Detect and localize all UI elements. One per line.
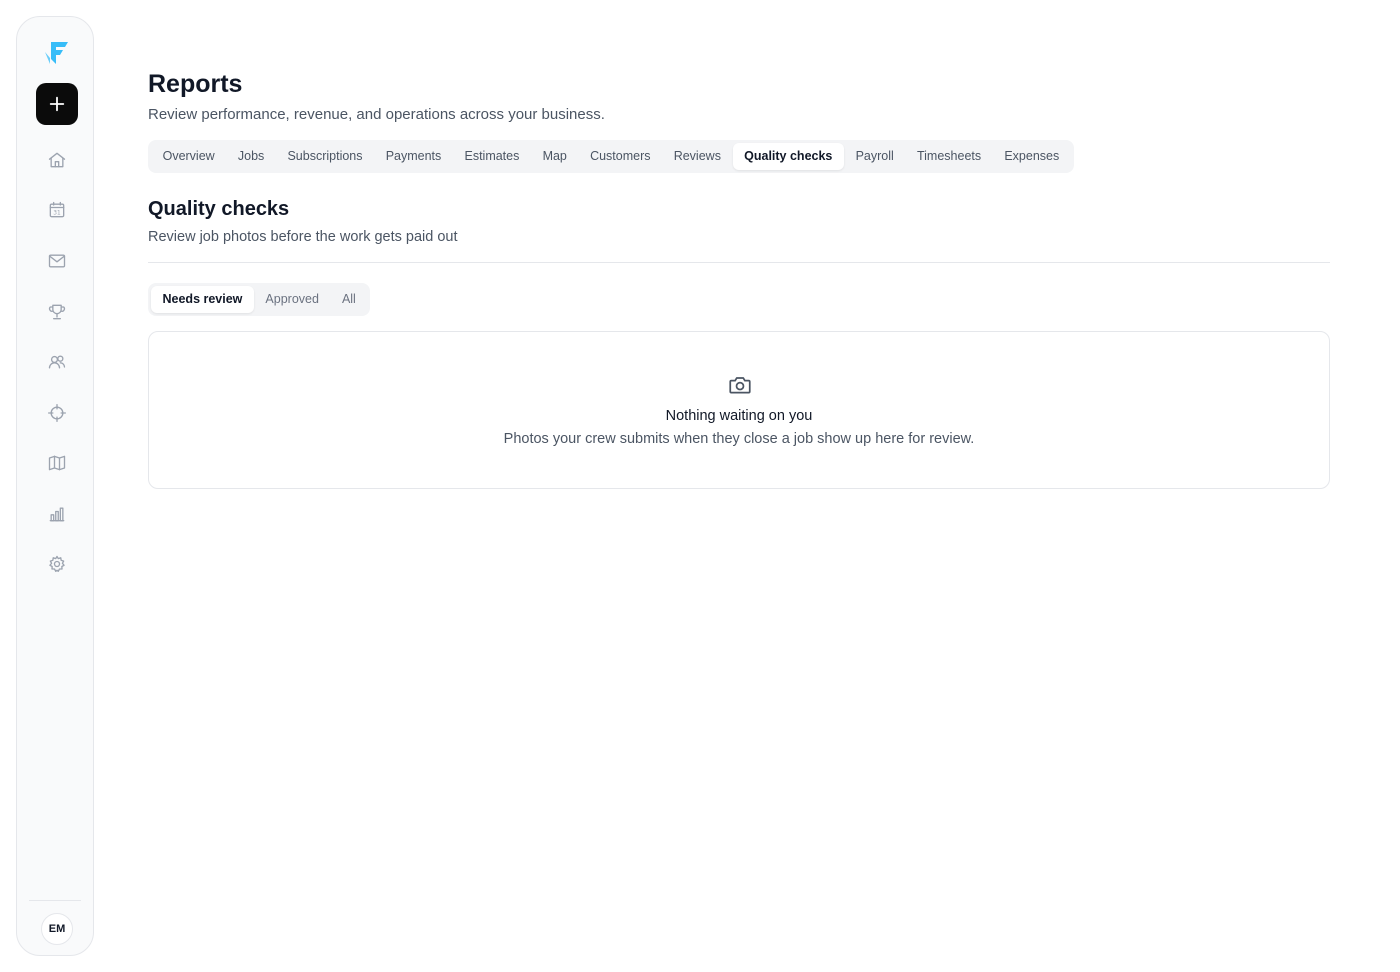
tab-quality-checks[interactable]: Quality checks xyxy=(732,143,844,170)
tab-estimates[interactable]: Estimates xyxy=(453,143,531,170)
tab-jobs[interactable]: Jobs xyxy=(226,143,276,170)
empty-state-card: Nothing waiting on you Photos your crew … xyxy=(148,331,1330,489)
trophy-icon[interactable] xyxy=(46,301,68,323)
map-icon[interactable] xyxy=(46,452,68,474)
home-icon[interactable] xyxy=(46,149,68,171)
bar-chart-icon[interactable] xyxy=(46,503,68,525)
page-subtitle: Review performance, revenue, and operati… xyxy=(148,106,605,123)
filter-approved[interactable]: Approved xyxy=(254,286,331,313)
gear-icon[interactable] xyxy=(46,553,68,575)
tab-payments[interactable]: Payments xyxy=(374,143,453,170)
tab-timesheets[interactable]: Timesheets xyxy=(905,143,992,170)
svg-text:31: 31 xyxy=(53,211,61,217)
empty-state-title: Nothing waiting on you xyxy=(665,408,813,424)
tab-subscriptions[interactable]: Subscriptions xyxy=(276,143,374,170)
filter-all[interactable]: All xyxy=(330,286,367,313)
sidebar-divider xyxy=(29,900,81,901)
filter-needs-review[interactable]: Needs review xyxy=(151,286,254,313)
crosshair-icon[interactable] xyxy=(46,402,68,424)
app-logo[interactable] xyxy=(41,37,73,69)
tab-overview[interactable]: Overview xyxy=(151,143,226,170)
section-divider xyxy=(148,262,1330,263)
page-title: Reports xyxy=(148,70,243,98)
users-icon[interactable] xyxy=(46,351,68,373)
tab-reviews[interactable]: Reviews xyxy=(662,143,732,170)
empty-state-text: Photos your crew submits when they close… xyxy=(503,431,975,447)
tab-expenses[interactable]: Expenses xyxy=(993,143,1071,170)
filter-segmented-control: Needs review Approved All xyxy=(148,283,371,316)
report-tabs: Overview Jobs Subscriptions Payments Est… xyxy=(148,140,1074,173)
tab-map[interactable]: Map xyxy=(531,143,579,170)
section-title: Quality checks xyxy=(148,198,290,220)
avatar[interactable]: EM xyxy=(41,913,73,945)
calendar-icon[interactable]: 31 xyxy=(46,199,68,221)
add-button[interactable] xyxy=(36,83,78,125)
section-subtitle: Review job photos before the work gets p… xyxy=(148,229,458,245)
tab-payroll[interactable]: Payroll xyxy=(844,143,905,170)
sidebar: 31 EM xyxy=(16,16,94,956)
camera-icon xyxy=(727,372,753,398)
mail-icon[interactable] xyxy=(46,250,68,272)
tab-customers[interactable]: Customers xyxy=(578,143,662,170)
